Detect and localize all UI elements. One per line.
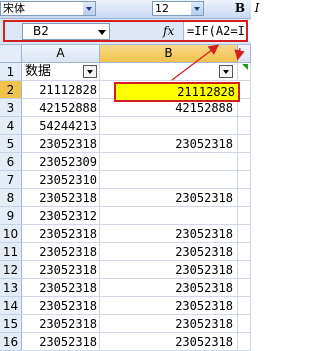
table-row: 7 23052310 xyxy=(0,171,251,189)
cell-a[interactable]: 21112828 xyxy=(22,81,100,99)
bold-button[interactable]: B xyxy=(233,1,247,16)
row-header[interactable]: 3 xyxy=(0,99,22,117)
active-cell-b2[interactable]: 21112828 xyxy=(114,82,240,102)
cell-b[interactable]: 23052318 xyxy=(100,135,238,153)
cell-b[interactable]: 23052318 xyxy=(100,333,238,351)
row-header[interactable]: 12 xyxy=(0,261,22,279)
row-header[interactable]: 11 xyxy=(0,243,22,261)
table-row: 6 23052309 xyxy=(0,153,251,171)
cell-a[interactable]: 23052318 xyxy=(22,279,100,297)
chevron-down-icon[interactable] xyxy=(191,2,203,15)
cell-c[interactable] xyxy=(238,261,251,279)
cell-b[interactable] xyxy=(100,153,238,171)
table-row: 5 23052318 23052318 xyxy=(0,135,251,153)
font-name-select[interactable]: 宋体 xyxy=(0,1,96,16)
row-header[interactable]: 8 xyxy=(0,189,22,207)
cell-c[interactable] xyxy=(238,297,251,315)
cell-a[interactable]: 23052318 xyxy=(22,225,100,243)
row-header[interactable]: 10 xyxy=(0,225,22,243)
table-row: 8 23052318 23052318 xyxy=(0,189,251,207)
row-header[interactable]: 7 xyxy=(0,171,22,189)
cell-b[interactable]: 23052318 xyxy=(100,243,238,261)
cell-c[interactable] xyxy=(238,207,251,225)
filter-dropdown-icon[interactable] xyxy=(83,65,97,78)
row-header[interactable]: 2 xyxy=(0,81,22,99)
table-row: 4 54244213 xyxy=(0,117,251,135)
cell-b[interactable] xyxy=(100,171,238,189)
cell-indicator-icon xyxy=(242,64,248,70)
cell-a[interactable]: 23052318 xyxy=(22,135,100,153)
formatting-toolbar: 宋体 12 B I xyxy=(0,0,259,19)
table-row: 10 23052318 23052318 xyxy=(0,225,251,243)
cell-a[interactable]: 23052318 xyxy=(22,189,100,207)
cell-b[interactable]: 23052318 xyxy=(100,315,238,333)
chevron-down-icon[interactable] xyxy=(83,2,95,15)
cell-b[interactable] xyxy=(100,207,238,225)
row-header[interactable]: 9 xyxy=(0,207,22,225)
row-header[interactable]: 5 xyxy=(0,135,22,153)
table-row: 11 23052318 23052318 xyxy=(0,243,251,261)
row-header[interactable]: 13 xyxy=(0,279,22,297)
cell-a[interactable]: 42152888 xyxy=(22,99,100,117)
table-row: 16 23052318 23052318 xyxy=(0,333,251,351)
cell-a[interactable]: 23052318 xyxy=(22,243,100,261)
column-header-c[interactable] xyxy=(238,45,251,63)
cell-c[interactable] xyxy=(238,153,251,171)
cell-b[interactable] xyxy=(100,117,238,135)
select-all-corner[interactable] xyxy=(0,45,22,63)
cell-a[interactable]: 23052318 xyxy=(22,261,100,279)
cell-c[interactable] xyxy=(238,171,251,189)
row-header[interactable]: 4 xyxy=(0,117,22,135)
cell-a[interactable]: 23052318 xyxy=(22,315,100,333)
italic-button[interactable]: I xyxy=(250,1,264,16)
cell-c[interactable] xyxy=(238,333,251,351)
cell-b[interactable] xyxy=(100,63,238,81)
font-size-value: 12 xyxy=(155,2,169,15)
annotation-frame xyxy=(3,20,248,42)
cell-b[interactable]: 23052318 xyxy=(100,225,238,243)
font-size-select[interactable]: 12 xyxy=(152,1,204,16)
table-row: 15 23052318 23052318 xyxy=(0,315,251,333)
cell-a[interactable]: 23052312 xyxy=(22,207,100,225)
cell-b[interactable]: 23052318 xyxy=(100,261,238,279)
cell-a[interactable]: 23052318 xyxy=(22,333,100,351)
cell-c[interactable] xyxy=(238,117,251,135)
cell-b[interactable]: 23052318 xyxy=(100,297,238,315)
row-header[interactable]: 15 xyxy=(0,315,22,333)
cell-c[interactable] xyxy=(238,225,251,243)
cell-c[interactable] xyxy=(238,135,251,153)
row-header[interactable]: 6 xyxy=(0,153,22,171)
cell-c[interactable] xyxy=(238,279,251,297)
cell-c[interactable] xyxy=(238,315,251,333)
cell-a[interactable]: 23052318 xyxy=(22,297,100,315)
filter-dropdown-icon[interactable] xyxy=(219,65,233,78)
column-header-b[interactable]: B xyxy=(100,45,238,63)
cell-a[interactable]: 23052309 xyxy=(22,153,100,171)
font-name-value: 宋体 xyxy=(3,2,25,15)
cell-a[interactable]: 54244213 xyxy=(22,117,100,135)
cell-b[interactable]: 23052318 xyxy=(100,279,238,297)
cell-a[interactable]: 23052310 xyxy=(22,171,100,189)
column-header-a[interactable]: A xyxy=(22,45,100,63)
table-row: 1 数据 xyxy=(0,63,251,81)
cell-c[interactable] xyxy=(238,243,251,261)
row-header[interactable]: 14 xyxy=(0,297,22,315)
cell-b[interactable]: 23052318 xyxy=(100,189,238,207)
table-row: 13 23052318 23052318 xyxy=(0,279,251,297)
table-row: 9 23052312 xyxy=(0,207,251,225)
row-header[interactable]: 1 xyxy=(0,63,22,81)
cell-c[interactable] xyxy=(238,189,251,207)
row-header[interactable]: 16 xyxy=(0,333,22,351)
table-row: 14 23052318 23052318 xyxy=(0,297,251,315)
table-row: 12 23052318 23052318 xyxy=(0,261,251,279)
